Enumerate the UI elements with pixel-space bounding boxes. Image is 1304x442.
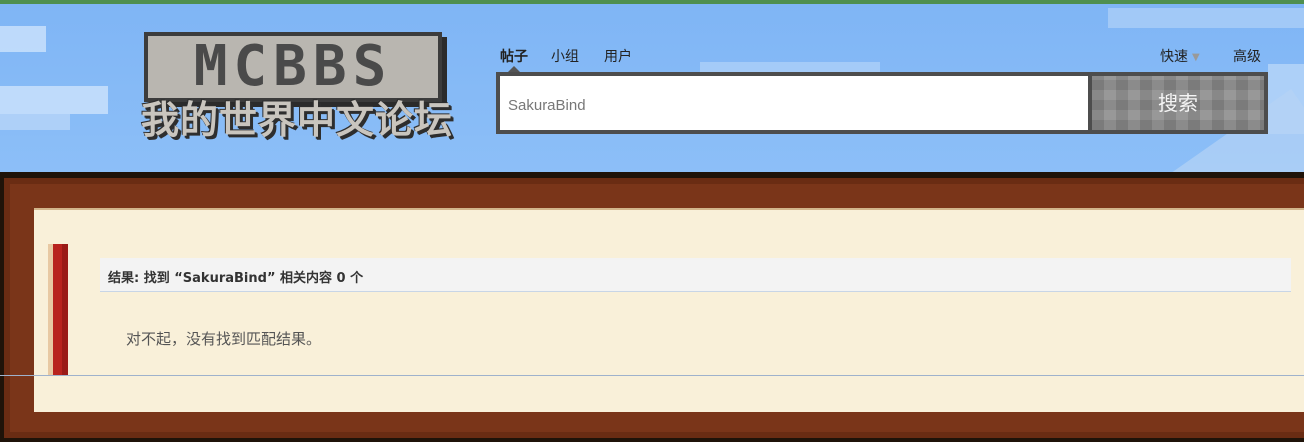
tab-groups[interactable]: 小组 <box>551 46 579 66</box>
logo-subtitle: 我的世界中文论坛 <box>140 98 453 142</box>
cloud <box>0 114 70 130</box>
cloud <box>0 86 108 114</box>
search-button[interactable]: 搜索 <box>1088 72 1268 134</box>
quick-search-link[interactable]: 快速 ▼ <box>1160 46 1200 66</box>
divider <box>0 375 1304 376</box>
tab-posts[interactable]: 帖子 <box>500 46 528 72</box>
search-box <box>496 72 1088 134</box>
site-logo[interactable]: MCBBS 我的世界中文论坛 <box>132 32 462 144</box>
pencil-decoration <box>48 244 68 376</box>
results-header: 结果: 找到 “SakuraBind” 相关内容 0 个 <box>100 258 1291 292</box>
results-summary: 结果: 找到 “SakuraBind” 相关内容 0 个 <box>108 271 364 286</box>
search-input[interactable] <box>506 90 1080 120</box>
empty-results-message: 对不起，没有找到匹配结果。 <box>126 330 322 348</box>
tab-users[interactable]: 用户 <box>604 46 632 66</box>
cloud <box>0 26 46 52</box>
advanced-search-link[interactable]: 高级 <box>1233 46 1261 66</box>
content-panel <box>34 210 1304 412</box>
logo-mark: MCBBS <box>144 32 442 102</box>
quick-search-label: 快速 <box>1160 49 1188 65</box>
chevron-down-icon: ▼ <box>1192 51 1200 63</box>
cloud <box>1108 8 1304 28</box>
